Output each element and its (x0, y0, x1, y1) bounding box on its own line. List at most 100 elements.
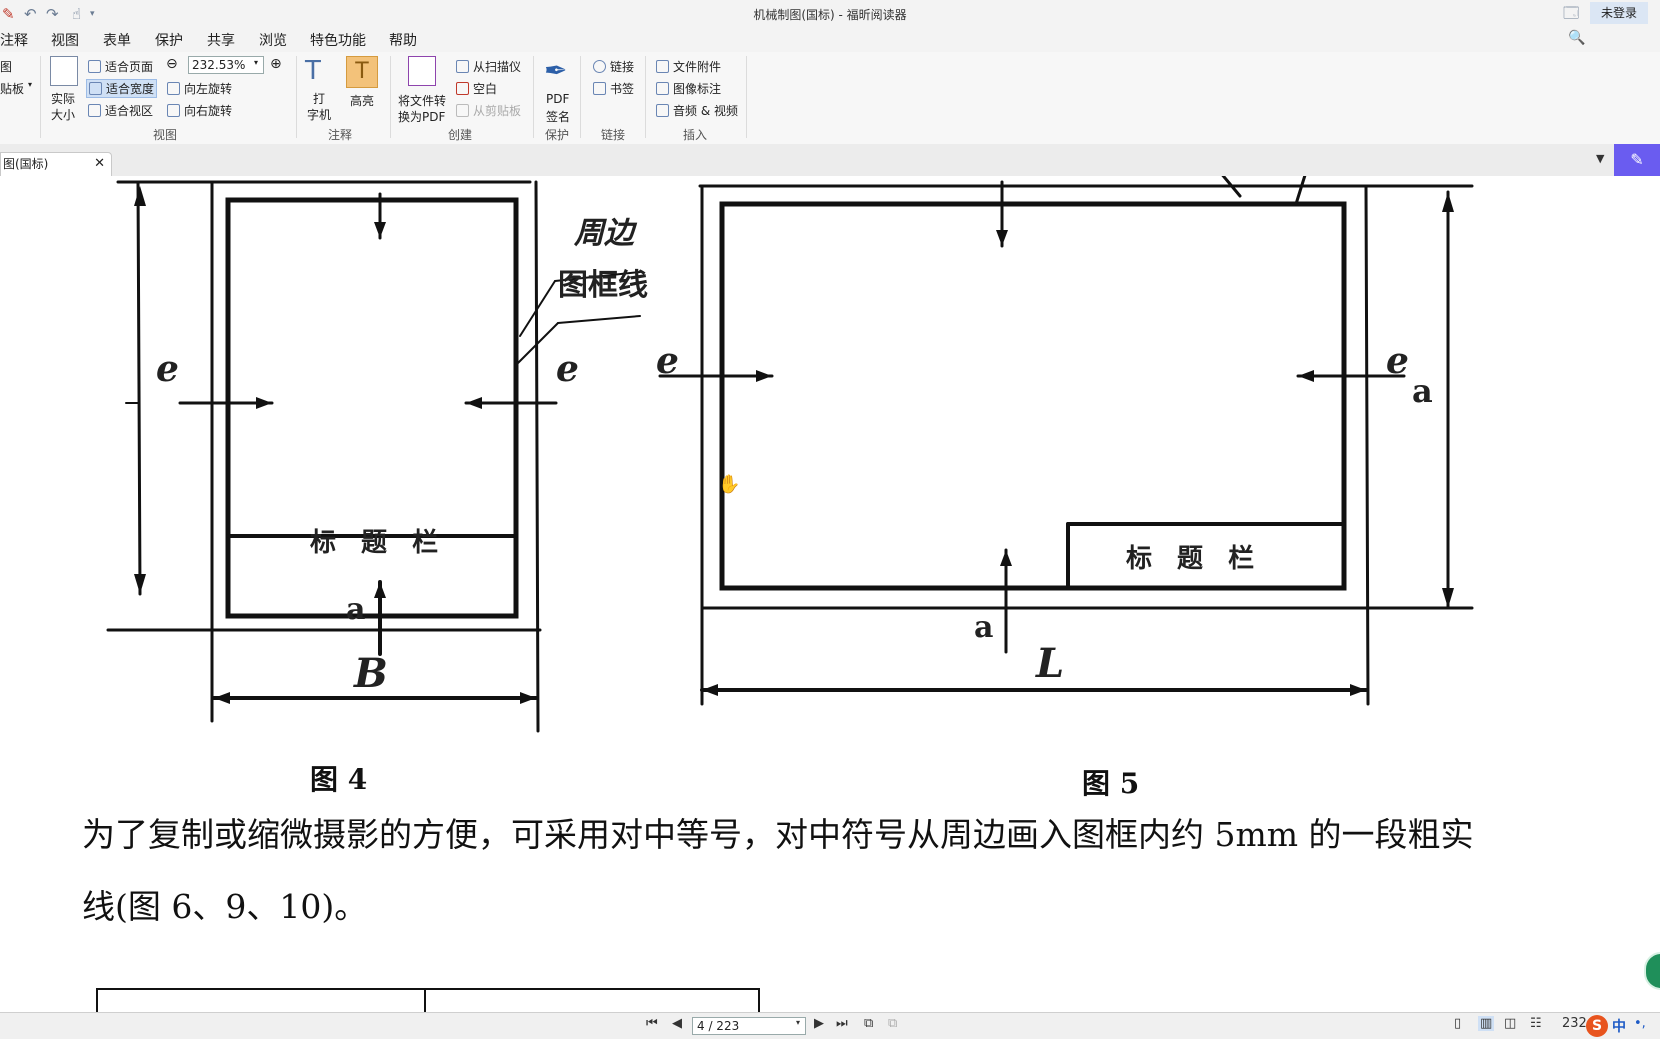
ime-punctuation-icon[interactable]: •, (1634, 1016, 1646, 1031)
actual-size-label-2[interactable]: 大小 (51, 106, 75, 123)
next-page-icon[interactable]: ▶ (814, 1016, 824, 1031)
highlight-icon[interactable]: T (346, 56, 378, 88)
pdf-sign-label-1[interactable]: PDF (546, 92, 569, 106)
pen-icon[interactable]: ✒ (544, 54, 567, 87)
sign-panel-icon[interactable]: ✎ (1614, 144, 1660, 176)
next-view-icon[interactable]: ⧉ (888, 1016, 897, 1031)
fit-page-button[interactable]: 适合页面 (88, 58, 153, 75)
group-separator (645, 56, 646, 138)
fit-view-label: 适合视区 (105, 104, 154, 118)
from-scanner-label: 从扫描仪 (473, 60, 522, 74)
zoom-in-icon[interactable]: ⊕ (270, 56, 282, 72)
menu-help[interactable]: 帮助 (389, 30, 417, 50)
rotate-right-icon (167, 104, 180, 117)
ime-language[interactable]: 中 (1612, 1016, 1626, 1036)
zoom-percent-text[interactable]: 232 (1562, 1016, 1587, 1031)
audio-video-label: 音频 & 视频 (673, 104, 738, 118)
zoom-out-icon[interactable]: ⊖ (166, 56, 178, 72)
paperclip-icon (656, 60, 669, 73)
zoom-dropdown-icon[interactable]: ▾ (254, 58, 258, 67)
continuous-facing-icon[interactable]: ☷ (1530, 1016, 1542, 1031)
image-icon (656, 82, 669, 95)
single-page-icon[interactable]: ▯ (1454, 1016, 1461, 1031)
fit-width-icon (89, 82, 102, 95)
bookmark-button[interactable]: 书签 (593, 80, 634, 97)
fig4-a-mark: a (346, 592, 366, 627)
paragraph-line-2: 线(图 6、9、10)。 (82, 887, 368, 926)
from-scanner-button[interactable]: 从扫描仪 (456, 58, 521, 75)
blank-label: 空白 (473, 82, 498, 96)
fit-width-button[interactable]: 适合宽度 (86, 79, 158, 98)
group-separator (40, 56, 41, 138)
link-button[interactable]: 链接 (593, 58, 634, 75)
facing-page-icon[interactable]: ◫ (1504, 1016, 1516, 1031)
image-annotation-label: 图像标注 (673, 82, 722, 96)
group-label-view: 视图 (153, 128, 178, 142)
last-page-icon[interactable]: ⏭ (836, 1016, 848, 1031)
convert-to-pdf-label-2[interactable]: 换为PDF (398, 108, 445, 125)
clipboard-icon (456, 104, 469, 117)
typewriter-label-2[interactable]: 字机 (307, 106, 331, 123)
ime-logo-icon[interactable]: S (1586, 1015, 1608, 1037)
group-separator (533, 56, 534, 138)
blank-button[interactable]: 空白 (456, 80, 497, 97)
audio-video-button[interactable]: 音频 & 视频 (656, 102, 738, 119)
pdf-sign-label-2[interactable]: 签名 (546, 108, 570, 125)
first-page-icon[interactable]: ⏮ (646, 1016, 658, 1031)
previous-view-icon[interactable]: ⧉ (864, 1016, 873, 1031)
continuous-page-icon[interactable]: ▥ (1478, 1016, 1495, 1031)
fig4-title-block: 标 题 栏 (310, 528, 447, 558)
bookmark-icon (593, 82, 606, 95)
next-figure-divider (424, 988, 426, 1012)
previous-page-icon[interactable]: ◀ (672, 1016, 682, 1031)
page-number-input[interactable]: 4 / 223 (692, 1017, 806, 1035)
rotate-right-label: 向右旋转 (184, 104, 233, 118)
notification-icon[interactable]: 🗔 (1563, 3, 1579, 28)
from-clipboard-button[interactable]: 从剪贴板 (456, 102, 521, 119)
rotate-left-button[interactable]: 向左旋转 (167, 80, 232, 97)
clipped-label-1[interactable]: 图 (0, 58, 12, 75)
menu-share[interactable]: 共享 (207, 30, 235, 50)
actual-size-icon[interactable] (50, 56, 78, 86)
convert-to-pdf-icon[interactable] (408, 56, 436, 86)
convert-to-pdf-label-1[interactable]: 将文件转 (398, 92, 446, 109)
typewriter-icon[interactable]: T (305, 56, 321, 86)
zoom-input[interactable]: 232.53% (188, 56, 264, 74)
fig4-e-left: e (156, 348, 179, 390)
actual-size-label-1[interactable]: 实际 (51, 90, 75, 107)
status-bar: ⏮ ◀ 4 / 223 ▾ ▶ ⏭ ⧉ ⧉ ▯ ▥ ◫ ☷ 232 S 中 •, (0, 1012, 1660, 1039)
menu-special[interactable]: 特色功能 (310, 30, 366, 50)
menu-view[interactable]: 视图 (51, 30, 79, 50)
fig4-caption: 图 4 (310, 763, 368, 796)
close-icon[interactable]: ✕ (94, 153, 105, 175)
fig4-label-frame-line: 图框线 (558, 268, 648, 303)
menu-protect[interactable]: 保护 (155, 30, 183, 50)
image-annotation-button[interactable]: 图像标注 (656, 80, 721, 97)
search-icon[interactable]: 🔍 (1568, 30, 1585, 46)
rotate-left-label: 向左旋转 (184, 82, 233, 96)
rotate-left-icon (167, 82, 180, 95)
group-label-protect: 保护 (545, 128, 570, 142)
login-button[interactable]: 未登录 (1590, 2, 1648, 24)
highlight-label[interactable]: 高亮 (350, 92, 374, 109)
tab-list-dropdown-icon[interactable]: ▼ (1596, 152, 1604, 165)
file-attachment-label: 文件附件 (673, 60, 722, 74)
typewriter-label-1[interactable]: 打 (313, 90, 325, 107)
file-attachment-button[interactable]: 文件附件 (656, 58, 721, 75)
group-label-create: 创建 (448, 128, 473, 142)
clipboard-button[interactable]: 贴板 (0, 80, 24, 97)
menu-comment[interactable]: 注释 (0, 30, 28, 50)
rotate-right-button[interactable]: 向右旋转 (167, 102, 232, 119)
menu-bar: 注释 视图 表单 保护 共享 浏览 特色功能 帮助 🔍 查找 (0, 28, 1660, 76)
chevron-down-icon[interactable]: ▾ (28, 80, 32, 89)
group-separator (580, 56, 581, 138)
group-label-links: 链接 (601, 128, 626, 142)
menu-form[interactable]: 表单 (103, 30, 131, 50)
group-separator (746, 56, 747, 138)
fit-view-button[interactable]: 适合视区 (88, 102, 153, 119)
document-view[interactable]: 周边 图框线 e e 标 题 栏 a B 图 4 e e a 标 题 栏 a L… (0, 176, 1660, 1012)
tab-document[interactable]: 图(国标) ✕ (0, 152, 112, 176)
page-dropdown-icon[interactable]: ▾ (796, 1018, 800, 1027)
fig5-caption: 图 5 (1082, 767, 1140, 800)
menu-browse[interactable]: 浏览 (259, 30, 287, 50)
